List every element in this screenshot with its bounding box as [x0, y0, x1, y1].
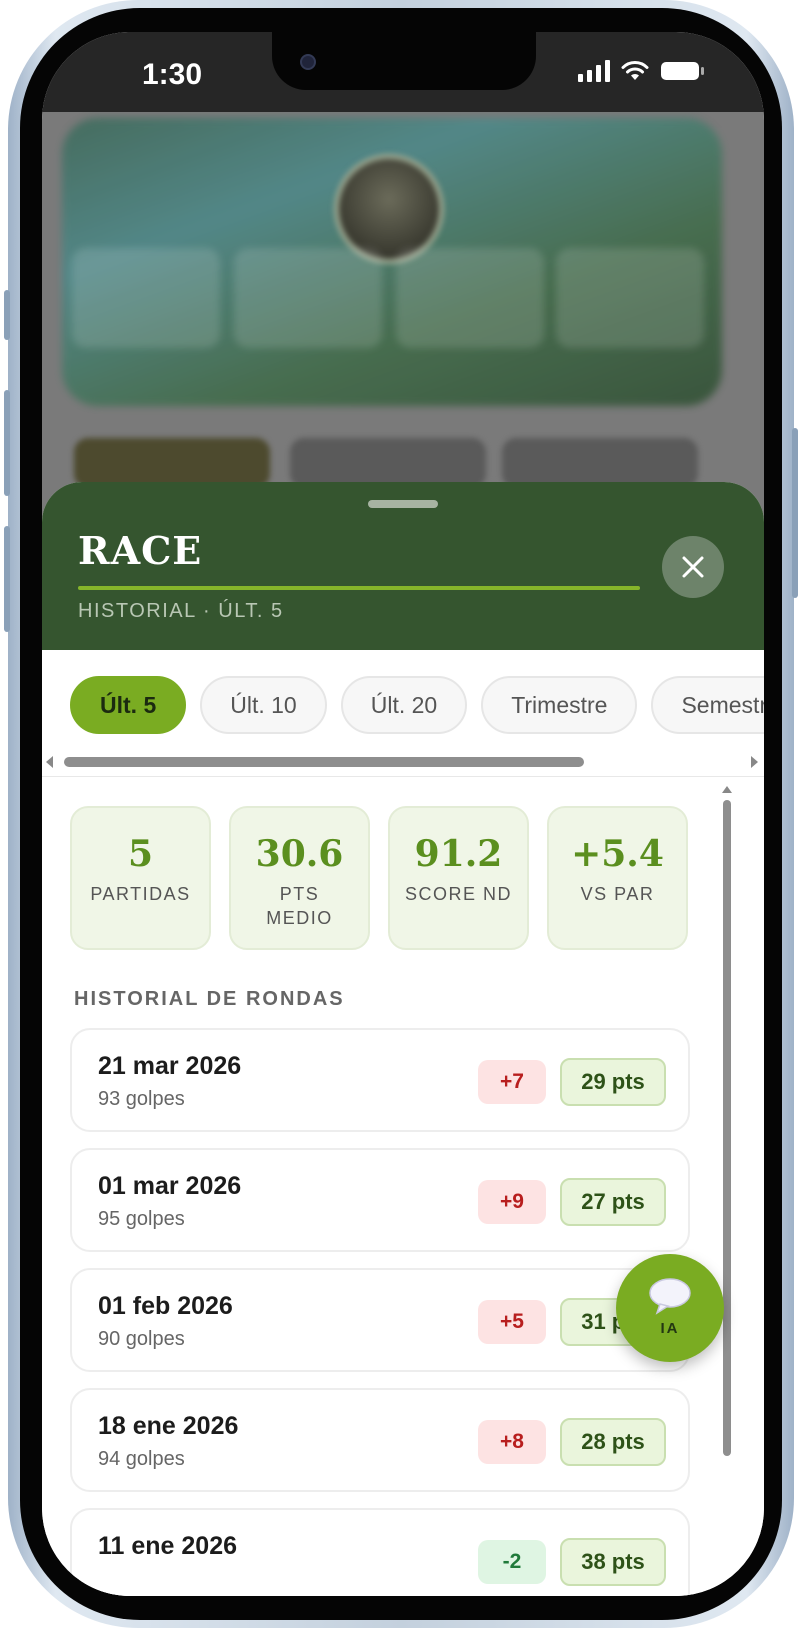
front-camera	[300, 54, 316, 70]
background-stat	[234, 248, 382, 348]
history-sheet: RACE HISTORIAL · ÚLT. 5 Últ. 5 Últ. 10 Ú…	[42, 482, 764, 1596]
background-stat	[556, 248, 704, 348]
stat-value: 5	[127, 833, 154, 875]
stat-label: PARTIDAS	[90, 884, 191, 904]
tab-semester[interactable]: Semestre	[651, 676, 764, 734]
stat-card-games: 5 PARTIDAS	[70, 806, 211, 950]
section-label: HISTORIAL DE RONDAS	[74, 988, 345, 1010]
title-underline	[78, 586, 640, 590]
stat-value: 30.6	[255, 833, 344, 875]
background-chip	[74, 438, 270, 488]
points-badge: 27 pts	[560, 1178, 666, 1226]
vs-par-badge: +9	[478, 1180, 546, 1224]
vs-par-badge: -2	[478, 1540, 546, 1584]
round-strokes: 94 golpes	[98, 1448, 185, 1470]
history-content: 5 PARTIDAS 30.6 PTS MEDIO 91.2 SCORE ND …	[42, 778, 764, 1596]
sheet-header: RACE HISTORIAL · ÚLT. 5	[42, 482, 764, 650]
power-button	[792, 428, 798, 598]
scroll-right-arrow-icon[interactable]	[751, 756, 758, 768]
stat-value: +5.4	[571, 833, 664, 875]
points-badge: 38 pts	[560, 1538, 666, 1586]
vs-par-badge: +7	[478, 1060, 546, 1104]
tab-quarter[interactable]: Trimestre	[481, 676, 638, 734]
round-date: 01 feb 2026	[98, 1292, 233, 1320]
points-badge: 28 pts	[560, 1418, 666, 1466]
background-chip	[502, 438, 698, 488]
volume-up-button	[4, 390, 10, 496]
round-row[interactable]: 11 ene 2026 -2 38 pts	[70, 1508, 690, 1596]
action-button	[4, 290, 10, 340]
volume-down-button	[4, 526, 10, 632]
round-strokes: 90 golpes	[98, 1328, 185, 1350]
round-date: 11 ene 2026	[98, 1532, 238, 1560]
vs-par-badge: +5	[478, 1300, 546, 1344]
close-icon	[682, 556, 704, 578]
round-row[interactable]: 01 mar 2026 95 golpes +9 27 pts	[70, 1148, 690, 1252]
round-strokes: 95 golpes	[98, 1208, 185, 1230]
tab-last-10[interactable]: Últ. 10	[200, 676, 327, 734]
screen: 1:30 RACE HISTORIAL · ÚLT. 5 Últ. 5 Últ.…	[42, 32, 764, 1596]
round-date: 18 ene 2026	[98, 1412, 239, 1440]
scroll-up-arrow-icon[interactable]	[722, 786, 732, 793]
close-button[interactable]	[662, 536, 724, 598]
ai-button-label: IA	[660, 1320, 680, 1337]
rounds-list: 21 mar 2026 93 golpes +7 29 pts 01 mar 2…	[70, 1028, 690, 1596]
round-row[interactable]: 18 ene 2026 94 golpes +8 28 pts	[70, 1388, 690, 1492]
status-icons	[578, 60, 706, 82]
horizontal-scroll-thumb[interactable]	[64, 757, 584, 767]
stat-card-score: 91.2 SCORE ND	[388, 806, 529, 950]
sheet-grabber[interactable]	[368, 500, 438, 508]
vs-par-badge: +8	[478, 1420, 546, 1464]
vertical-scrollbar[interactable]	[721, 786, 733, 1466]
scroll-left-arrow-icon[interactable]	[46, 756, 53, 768]
stat-label: PTS MEDIO	[266, 884, 333, 928]
background-stat	[72, 248, 220, 348]
summary-stats: 5 PARTIDAS 30.6 PTS MEDIO 91.2 SCORE ND …	[70, 806, 688, 950]
round-date: 21 mar 2026	[98, 1052, 242, 1080]
tab-last-5[interactable]: Últ. 5	[70, 676, 187, 734]
background-profile-view	[42, 112, 764, 532]
speech-bubble-icon	[649, 1278, 691, 1315]
stat-value: 91.2	[414, 833, 503, 875]
round-date: 01 mar 2026	[98, 1172, 242, 1200]
wifi-icon	[621, 61, 649, 80]
stat-label: VS PAR	[580, 884, 655, 904]
divider	[42, 776, 764, 777]
battery-icon	[661, 62, 704, 80]
period-filter-tabs: Últ. 5 Últ. 10 Últ. 20 Trimestre Semestr…	[70, 676, 764, 734]
stat-card-avg-points: 30.6 PTS MEDIO	[229, 806, 370, 950]
tab-last-20[interactable]: Últ. 20	[340, 676, 468, 734]
round-row[interactable]: 21 mar 2026 93 golpes +7 29 pts	[70, 1028, 690, 1132]
background-chip	[290, 438, 486, 488]
background-stat	[396, 248, 544, 348]
round-strokes: 93 golpes	[98, 1088, 185, 1110]
round-row[interactable]: 01 feb 2026 90 golpes +5 31 pts	[70, 1268, 690, 1372]
status-bar: 1:30	[42, 32, 764, 112]
cellular-signal-icon	[578, 60, 610, 82]
sheet-title: RACE	[78, 528, 203, 573]
stat-label: SCORE ND	[404, 884, 512, 904]
vertical-scroll-thumb[interactable]	[723, 800, 731, 1456]
horizontal-scrollbar[interactable]	[42, 752, 764, 772]
sheet-subtitle: HISTORIAL · ÚLT. 5	[78, 600, 284, 622]
points-badge: 29 pts	[560, 1058, 666, 1106]
ai-assistant-button[interactable]: IA	[616, 1254, 724, 1362]
status-time: 1:30	[142, 58, 203, 91]
stat-card-vs-par: +5.4 VS PAR	[547, 806, 688, 950]
